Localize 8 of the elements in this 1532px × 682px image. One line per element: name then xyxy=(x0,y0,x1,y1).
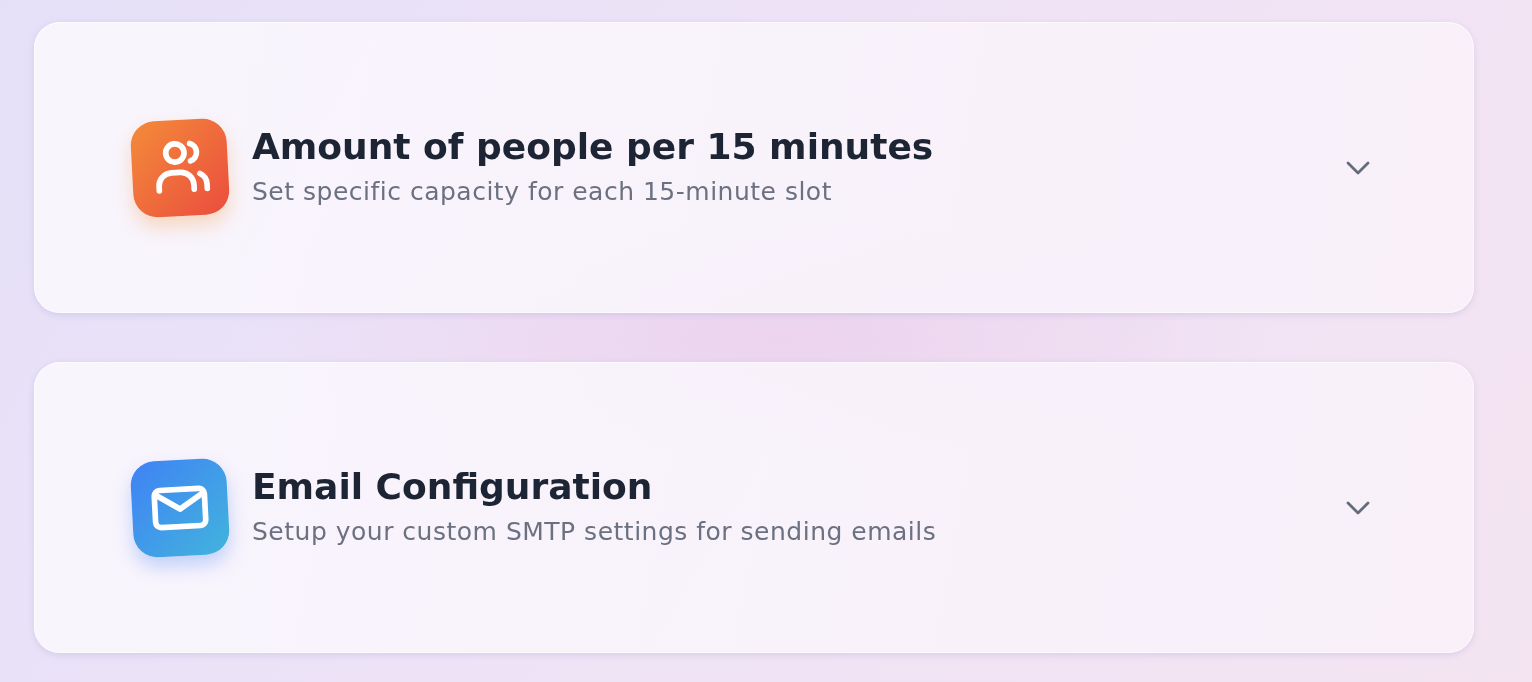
envelope-icon xyxy=(129,457,231,558)
section-title: Email Configuration xyxy=(252,464,654,509)
people-icon xyxy=(129,117,231,218)
section-subtitle: Set specific capacity for each 15-minute slot xyxy=(252,176,833,207)
chevron-down-icon[interactable] xyxy=(1346,500,1370,515)
chevron-down-icon[interactable] xyxy=(1346,160,1370,175)
section-subtitle: Setup your custom SMTP settings for sending emails xyxy=(252,516,938,547)
section-title: Amount of people per 15 minutes xyxy=(252,124,935,169)
